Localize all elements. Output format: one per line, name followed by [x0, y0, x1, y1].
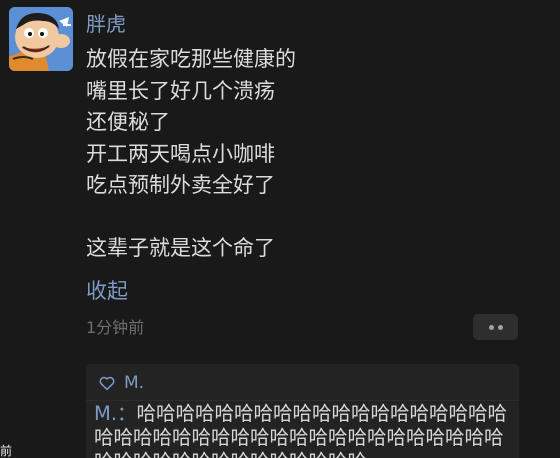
post-text-line: 嘴里长了好几个溃疡 — [86, 78, 275, 103]
panel-divider — [86, 400, 519, 401]
post-timestamp: 1分钟前 — [86, 318, 145, 337]
heart-icon — [99, 376, 115, 391]
post-text: 放假在家吃那些健康的 嘴里长了好几个溃疡 还便秘了 开工两天喝点小咖啡 吃点预制… — [86, 44, 526, 265]
post-text-line: 还便秘了 — [86, 110, 170, 134]
collapse-link[interactable]: 收起 — [86, 276, 128, 306]
avatar[interactable] — [9, 7, 73, 71]
edge-clipped-text: 前 — [0, 444, 13, 458]
post-text-line — [86, 202, 526, 234]
more-dots-icon — [498, 325, 503, 330]
comment-item[interactable]: M.：哈哈哈哈哈哈哈哈哈哈哈哈哈哈哈哈哈哈哈哈哈哈哈哈哈哈哈哈哈哈哈哈哈哈哈哈哈… — [94, 402, 514, 458]
comment-author[interactable]: M. — [94, 402, 117, 425]
post-text-line: 放假在家吃那些健康的 — [86, 47, 296, 71]
post-text-line: 开工两天喝点小咖啡 — [86, 141, 275, 166]
post-author-name[interactable]: 胖虎 — [86, 10, 126, 38]
more-dots-icon — [489, 325, 494, 330]
likes-comments-panel: M. M.：哈哈哈哈哈哈哈哈哈哈哈哈哈哈哈哈哈哈哈哈哈哈哈哈哈哈哈哈哈哈哈哈哈哈… — [86, 364, 519, 458]
more-actions-button[interactable] — [473, 314, 518, 340]
post-text-line: 这辈子就是这个命了 — [86, 236, 275, 260]
like-user-name[interactable]: M. — [124, 373, 144, 393]
cartoon-avatar-image — [9, 7, 73, 71]
comment-separator: ： — [117, 402, 137, 425]
comment-text: 哈哈哈哈哈哈哈哈哈哈哈哈哈哈哈哈哈哈哈哈哈哈哈哈哈哈哈哈哈哈哈哈哈哈哈哈哈哈哈哈… — [94, 402, 508, 458]
post-text-line: 吃点预制外卖全好了 — [86, 173, 275, 197]
likes-row: M. — [98, 370, 144, 396]
